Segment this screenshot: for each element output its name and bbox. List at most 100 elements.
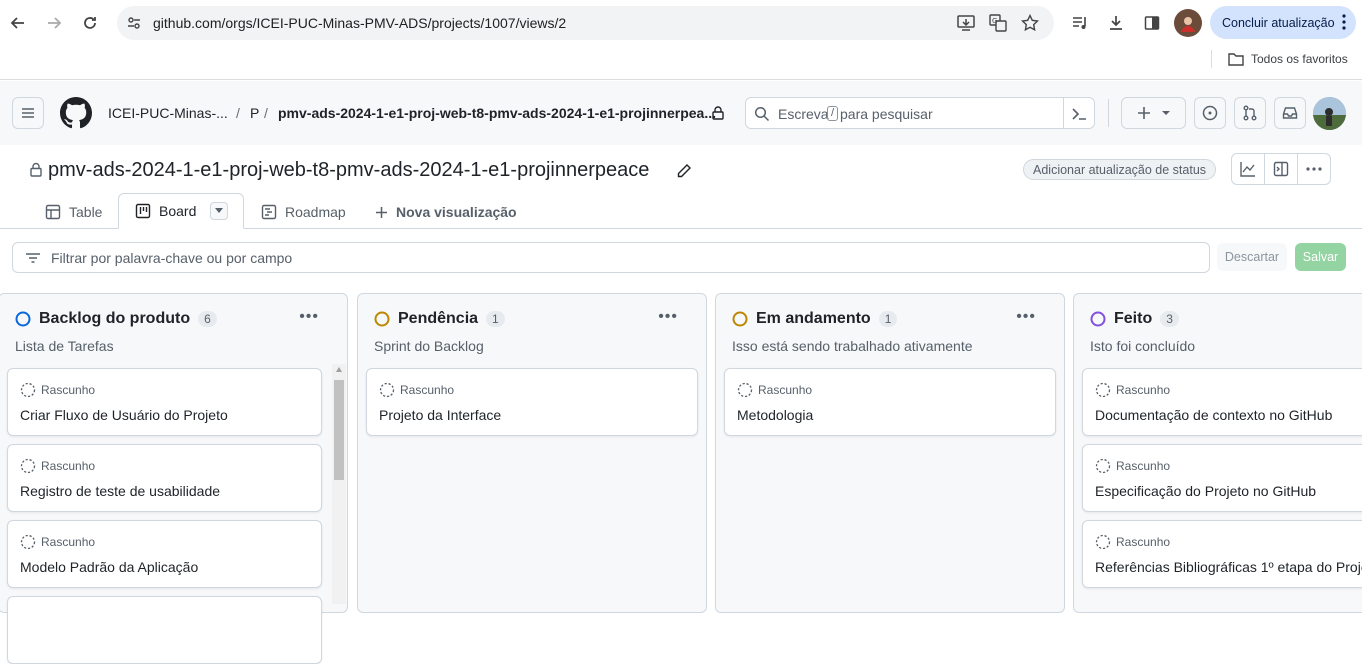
draft-icon bbox=[20, 458, 36, 474]
search-input[interactable]: Escreva / para pesquisar bbox=[745, 97, 1095, 129]
column-scrollbar[interactable] bbox=[332, 364, 346, 604]
inbox-icon[interactable] bbox=[1274, 97, 1306, 129]
user-avatar[interactable] bbox=[1313, 97, 1346, 130]
column-description: Sprint do Backlog bbox=[374, 338, 484, 354]
column-menu-icon[interactable]: ••• bbox=[299, 308, 319, 326]
board-card[interactable]: Rascunho Referências Bibliográficas 1º e… bbox=[1082, 520, 1362, 588]
card-draft-label: Rascunho bbox=[1116, 535, 1171, 549]
translate-icon[interactable]: G bbox=[989, 14, 1007, 32]
edit-pencil-icon[interactable] bbox=[676, 163, 692, 179]
svg-text:G: G bbox=[992, 17, 997, 25]
board-column: Feito 3 Isto foi concluído Rascunho Docu… bbox=[1073, 293, 1362, 613]
discard-button[interactable]: Descartar bbox=[1217, 243, 1287, 271]
board-column: Em andamento 1 ••• Isso está sendo traba… bbox=[715, 293, 1065, 613]
scrollbar-thumb[interactable] bbox=[334, 380, 344, 480]
board-column: Backlog do produto 6 ••• Lista de Tarefa… bbox=[0, 293, 348, 664]
breadcrumb-project[interactable]: pmv-ads-2024-1-e1-proj-web-t8-pmv-ads-20… bbox=[278, 105, 716, 121]
side-panel-icon[interactable] bbox=[1138, 9, 1166, 37]
plus-icon bbox=[376, 206, 387, 218]
reload-icon[interactable] bbox=[76, 9, 104, 37]
breadcrumb-separator: / bbox=[236, 105, 240, 121]
board-card[interactable]: Rascunho Projeto da Interface bbox=[366, 368, 698, 436]
save-button[interactable]: Salvar bbox=[1295, 243, 1346, 271]
card-title[interactable]: Especificação do Projeto no GitHub bbox=[1095, 483, 1316, 499]
side-panel-toggle-icon[interactable] bbox=[1265, 154, 1298, 184]
profile-avatar[interactable] bbox=[1174, 9, 1202, 37]
status-circle-icon bbox=[374, 311, 390, 327]
private-lock-icon bbox=[30, 162, 42, 177]
tab-roadmap[interactable]: Roadmap bbox=[261, 195, 346, 229]
issues-icon[interactable] bbox=[1194, 97, 1226, 129]
update-button[interactable]: Concluir atualização bbox=[1210, 6, 1356, 39]
install-app-icon[interactable] bbox=[957, 14, 975, 32]
view-options-caret-icon[interactable] bbox=[210, 202, 229, 220]
column-count: 6 bbox=[198, 311, 217, 327]
board-card[interactable]: Rascunho Especificação do Projeto no Git… bbox=[1082, 444, 1362, 512]
filter-icon bbox=[26, 252, 40, 263]
draft-icon bbox=[737, 382, 753, 398]
pull-requests-icon[interactable] bbox=[1234, 97, 1266, 129]
board-card[interactable]: Rascunho Modelo Padrão da Aplicação bbox=[7, 520, 322, 588]
board-card[interactable]: Rascunho Criar Fluxo de Usuário do Proje… bbox=[7, 368, 322, 436]
draft-icon bbox=[1095, 534, 1111, 550]
all-bookmarks[interactable]: Todos os favoritos bbox=[1228, 52, 1348, 66]
column-name: Backlog do produto bbox=[39, 310, 191, 327]
more-options-icon[interactable] bbox=[1298, 154, 1330, 184]
breadcrumb-projects[interactable]: P bbox=[250, 105, 259, 121]
board-card[interactable]: Rascunho Documentação de contexto no Git… bbox=[1082, 368, 1362, 436]
insights-chart-icon[interactable] bbox=[1232, 154, 1265, 184]
status-circle-icon bbox=[1090, 311, 1106, 327]
hamburger-menu-icon[interactable] bbox=[12, 97, 44, 129]
tab-label: Board bbox=[159, 203, 197, 219]
plus-icon bbox=[1137, 107, 1150, 119]
column-count: 1 bbox=[878, 311, 898, 327]
project-board: Backlog do produto 6 ••• Lista de Tarefa… bbox=[0, 285, 1362, 664]
tab-label: Nova visualização bbox=[396, 204, 517, 220]
forward-icon[interactable] bbox=[40, 9, 68, 37]
draft-icon bbox=[20, 534, 36, 550]
media-control-icon[interactable] bbox=[1066, 9, 1094, 37]
column-menu-icon[interactable]: ••• bbox=[1016, 308, 1036, 326]
filter-input[interactable]: Filtrar por palavra-chave ou por campo bbox=[12, 242, 1210, 273]
scroll-up-arrow-icon bbox=[336, 367, 342, 372]
download-icon[interactable] bbox=[1102, 9, 1130, 37]
card-title[interactable]: Referências Bibliográficas 1º etapa do P… bbox=[1095, 559, 1362, 575]
card-draft-label: Rascunho bbox=[41, 535, 96, 549]
card-title[interactable]: Metodologia bbox=[737, 407, 813, 423]
breadcrumb-org[interactable]: ICEI-PUC-Minas-... bbox=[108, 105, 228, 121]
command-palette-icon[interactable] bbox=[1071, 106, 1087, 122]
board-card[interactable]: Rascunho Registro de teste de usabilidad… bbox=[7, 444, 322, 512]
chevron-down-icon bbox=[1161, 111, 1170, 115]
address-bar[interactable]: github.com/orgs/ICEI-PUC-Minas-PMV-ADS/p… bbox=[117, 6, 1054, 40]
card-draft-label: Rascunho bbox=[41, 459, 96, 473]
board-card[interactable] bbox=[7, 596, 322, 664]
card-title[interactable]: Modelo Padrão da Aplicação bbox=[20, 559, 198, 575]
search-shortcut-key: / bbox=[827, 106, 838, 121]
update-button-label: Concluir atualização bbox=[1222, 15, 1335, 30]
add-status-update-button[interactable]: Adicionar atualização de status bbox=[1023, 159, 1217, 180]
card-title[interactable]: Documentação de contexto no GitHub bbox=[1095, 407, 1332, 423]
tab-table[interactable]: Table bbox=[45, 195, 102, 229]
bookmark-star-icon[interactable] bbox=[1021, 14, 1039, 32]
site-info-icon[interactable] bbox=[127, 16, 141, 30]
column-count: 3 bbox=[1160, 311, 1179, 327]
draft-icon bbox=[1095, 382, 1111, 398]
card-draft-label: Rascunho bbox=[1116, 459, 1171, 473]
board-card[interactable]: Rascunho Metodologia bbox=[724, 368, 1056, 436]
create-new-button[interactable] bbox=[1121, 97, 1186, 129]
status-circle-icon bbox=[732, 311, 748, 327]
card-title[interactable]: Criar Fluxo de Usuário do Projeto bbox=[20, 407, 228, 423]
card-title[interactable]: Registro de teste de usabilidade bbox=[20, 483, 220, 499]
draft-icon bbox=[1095, 458, 1111, 474]
search-icon bbox=[754, 106, 770, 122]
lock-icon bbox=[712, 106, 724, 120]
github-logo-icon[interactable] bbox=[60, 97, 92, 129]
card-title[interactable]: Projeto da Interface bbox=[379, 407, 501, 423]
column-name: Feito bbox=[1114, 310, 1153, 327]
new-view-button[interactable]: Nova visualização bbox=[375, 195, 517, 229]
folder-icon bbox=[1228, 52, 1244, 66]
bookmarks-label: Todos os favoritos bbox=[1251, 52, 1348, 66]
column-menu-icon[interactable]: ••• bbox=[658, 308, 678, 326]
back-icon[interactable] bbox=[4, 9, 32, 37]
tab-board[interactable]: Board bbox=[118, 193, 244, 229]
